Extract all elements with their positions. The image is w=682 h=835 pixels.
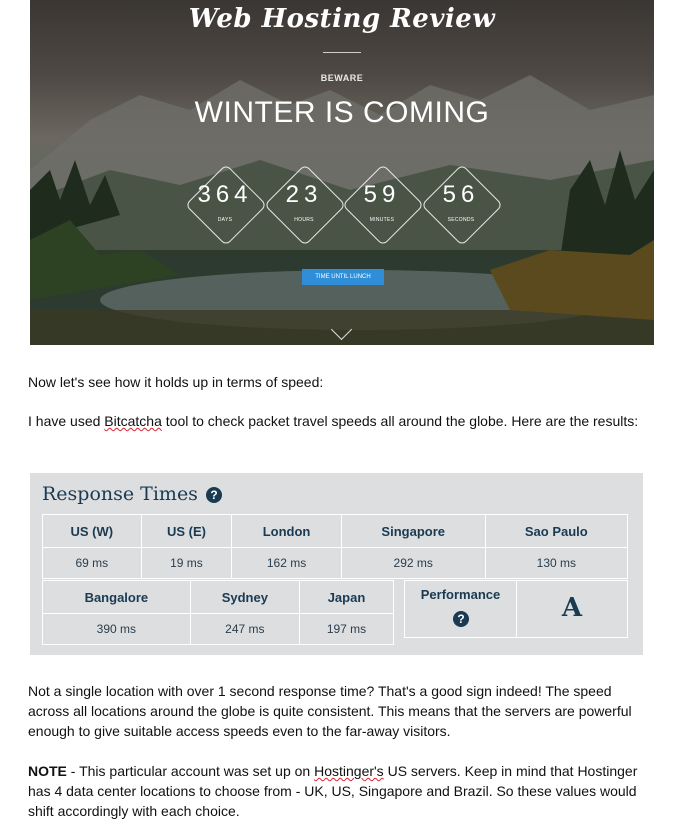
countdown-value: 56 (442, 181, 480, 208)
location-us-w: US (W) (42, 514, 142, 548)
countdown-label: DAYS (217, 217, 233, 223)
performance-box: Performance ? A (404, 580, 628, 638)
countdown-label: SECONDS (447, 217, 475, 223)
countdown-value: 364 (197, 181, 253, 208)
hostinger-link[interactable]: Hostinger's (314, 763, 384, 779)
countdown-label: HOURS (294, 217, 314, 223)
location-bangalore: Bangalore (42, 580, 191, 614)
countdown-value: 59 (363, 181, 401, 208)
response-table-row1: US (W) US (E) London Singapore Sao Paulo… (42, 514, 629, 579)
note-label: NOTE (28, 763, 67, 779)
time-us-w: 69 ms (42, 547, 142, 579)
response-times-heading: Response Times ? (42, 483, 222, 505)
response-times-title: Response Times (42, 483, 198, 505)
location-sydney: Sydney (189, 580, 300, 614)
help-icon[interactable]: ? (205, 487, 222, 503)
performance-grade: A (561, 593, 583, 623)
response-times-panel: Response Times ? US (W) US (E) London Si… (30, 473, 643, 655)
note-text-before: - This particular account was set up on (66, 763, 315, 779)
time-sydney: 247 ms (189, 613, 300, 645)
location-sao-paulo: Sao Paulo (484, 514, 629, 548)
time-until-lunch-button[interactable]: TIME UNTIL LUNCH (302, 269, 384, 285)
note-paragraph: NOTE - This particular account was set u… (28, 761, 653, 821)
time-japan: 197 ms (298, 613, 395, 645)
location-japan: Japan (298, 580, 395, 614)
location-singapore: Singapore (340, 514, 486, 548)
hero-headline: WINTER IS COMING (194, 96, 490, 129)
performance-grade-cell: A (516, 580, 628, 638)
performance-label: Performance (420, 587, 501, 602)
time-bangalore: 390 ms (42, 613, 191, 645)
performance-label-cell: Performance ? (404, 580, 517, 638)
bitcatcha-link[interactable]: Bitcatcha (104, 413, 162, 429)
hero-image: Web Hosting Review BEWARE WINTER IS COMI… (30, 0, 654, 345)
time-sao-paulo: 130 ms (484, 547, 629, 579)
countdown-hours: 23 HOURS (263, 163, 347, 247)
countdown-minutes: 59 MINUTES (341, 163, 425, 247)
eyebrow-text: BEWARE (320, 73, 364, 83)
logo-divider (323, 52, 361, 53)
location-london: London (231, 514, 342, 548)
conclusion-paragraph: Not a single location with over 1 second… (28, 683, 632, 739)
location-us-e: US (E) (140, 514, 233, 548)
tool-text-after: tool to check packet travel speeds all a… (161, 413, 639, 429)
tool-text-before: I have used (28, 413, 105, 429)
countdown-value: 23 (285, 181, 323, 208)
time-london: 162 ms (231, 547, 342, 579)
help-icon[interactable]: ? (453, 611, 469, 627)
time-us-e: 19 ms (140, 547, 233, 579)
time-singapore: 292 ms (340, 547, 486, 579)
countdown-seconds: 56 SECONDS (420, 163, 504, 247)
countdown-label: MINUTES (369, 217, 395, 223)
response-table-row2: Bangalore Sydney Japan 390 ms 247 ms 197… (42, 580, 395, 645)
site-logo: Web Hosting Review (188, 4, 496, 34)
countdown-days: 364 DAYS (184, 163, 268, 247)
intro-paragraph: Now let's see how it holds up in terms o… (28, 374, 324, 390)
tool-paragraph: I have used Bitcatcha tool to check pack… (28, 411, 653, 431)
